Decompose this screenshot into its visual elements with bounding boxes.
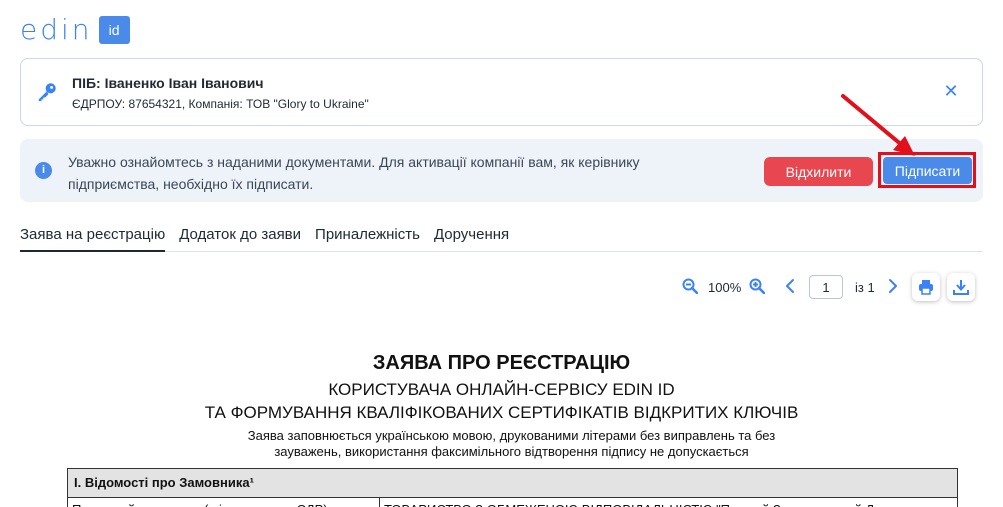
viewer-toolbar: 100% із 1 (0, 272, 1003, 302)
table-cell-label: Повне найменування (згідно даних з ЄДР) (68, 498, 380, 507)
info-icon: i (35, 162, 52, 179)
document-tabs: Заява на реєстрацію Додаток до заяви При… (20, 222, 983, 252)
zoom-out-icon[interactable] (682, 278, 698, 294)
document-subtitle-2: ТА ФОРМУВАННЯ КВАЛІФІКОВАНИХ СЕРТИФІКАТІ… (204, 403, 799, 422)
page-number-input[interactable] (809, 275, 843, 299)
close-icon[interactable]: ✕ (942, 82, 960, 100)
user-card: ПІБ: Іваненко Іван Іванович ЄДРПОУ: 8765… (20, 58, 983, 126)
logo-badge: id (98, 16, 130, 44)
zoom-in-icon[interactable] (749, 278, 765, 294)
table-section-header: І. Відомості про Замовника¹ (68, 469, 957, 498)
table-row: Повне найменування (згідно даних з ЄДР) … (68, 498, 957, 507)
document-subtitle: КОРИСТУВАЧА ОНЛАЙН-СЕРВІСУ EDIN ID (328, 380, 675, 399)
customer-info-table: І. Відомості про Замовника¹ Повне наймен… (67, 468, 958, 507)
user-details: ЄДРПОУ: 87654321, Компанія: ТОВ "Glory t… (72, 97, 369, 111)
table-cell-value: ТОВАРИСТВО З ОБМЕЖЕНОЮ ВІДПОВІДАЛЬНІСТЮ … (380, 498, 957, 507)
notice-text: Уважно ознайомтесь з наданими документам… (68, 154, 640, 192)
reject-button[interactable]: Відхилити (764, 157, 873, 186)
download-button[interactable] (947, 273, 975, 301)
tab-appendix[interactable]: Додаток до заяви (179, 222, 301, 252)
logo-text: edin (20, 13, 93, 46)
sign-button[interactable]: Підписати (883, 157, 972, 184)
zoom-level: 100% (708, 280, 742, 295)
page-count: із 1 (855, 280, 875, 295)
document-note: Заява заповнюється українською мовою, др… (247, 428, 776, 459)
tab-power-of-attorney[interactable]: Доручення (434, 222, 509, 252)
document-title: ЗАЯВА ПРО РЕЄСТРАЦІЮ (372, 352, 631, 374)
key-icon (38, 83, 56, 102)
tab-affiliation[interactable]: Приналежність (315, 222, 420, 252)
print-button[interactable] (912, 273, 940, 301)
chevron-right-icon[interactable] (884, 278, 900, 294)
print-icon (919, 280, 933, 295)
edin-logo: edin id (20, 15, 130, 45)
download-icon (953, 280, 969, 295)
user-name: ПІБ: Іваненко Іван Іванович (72, 75, 264, 91)
chevron-left-icon[interactable] (783, 278, 799, 294)
tab-registration[interactable]: Заява на реєстрацію (20, 222, 166, 252)
